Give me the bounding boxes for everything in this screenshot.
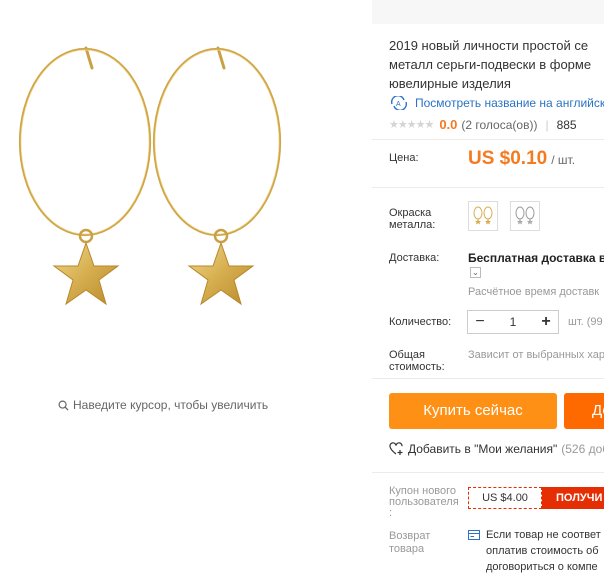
left-earring [18, 46, 152, 306]
card-icon [468, 530, 480, 540]
chevron-down-icon[interactable]: ⌄ [470, 267, 481, 278]
rating-stars-icon: ★★★★★ [389, 119, 434, 131]
zoom-hint-text: Наведите курсор, чтобы увеличить [73, 398, 269, 412]
coupon-label: Купон нового пользователя : [389, 486, 459, 519]
heart-plus-icon [389, 442, 403, 455]
returns-text-line: Если товар не соответ [486, 529, 601, 541]
magnifier-icon [58, 400, 69, 411]
returns-label-line: товара [389, 543, 425, 555]
divider [372, 187, 604, 188]
total-label-line: стоимость: [389, 361, 445, 373]
translate-link[interactable]: A Посмотреть название на английск [389, 96, 604, 110]
add-to-cart-button[interactable]: До [564, 393, 604, 429]
panel-top-bar [372, 0, 604, 24]
svg-text:A: A [396, 101, 401, 108]
product-title: 2019 новый личности простой се металл се… [389, 36, 604, 93]
divider [372, 472, 604, 473]
rating-separator: | [545, 117, 549, 132]
price-unit: / шт. [551, 153, 576, 167]
color-label-line: Окраска [389, 207, 432, 219]
silver-earring-thumb [515, 206, 535, 225]
coupon-label-line: пользователя [389, 496, 459, 508]
divider [372, 378, 604, 379]
rating-value: 0.0 [439, 117, 458, 132]
wishlist-label[interactable]: Добавить в "Мои желания" [408, 442, 557, 456]
shipping-eta: Расчётное время доставк [468, 286, 600, 298]
coupon-label-line: : [389, 507, 393, 519]
color-label: Окраска металла: [389, 207, 435, 231]
price-label: Цена: [389, 152, 419, 164]
coupon-amount: US $4.00 [468, 487, 542, 509]
divider [372, 139, 604, 140]
product-info-panel: 2019 новый личности простой се металл се… [372, 0, 604, 575]
quantity-input[interactable]: 1 [510, 315, 517, 329]
product-image[interactable] [0, 0, 372, 380]
zoom-hint: Наведите курсор, чтобы увеличить [58, 398, 268, 412]
buy-now-button[interactable]: Купить сейчас [389, 393, 557, 429]
quantity-stepper: − 1 + [467, 310, 559, 334]
color-swatch-gold[interactable] [468, 201, 498, 231]
price-box: US $0.10 / шт. [468, 148, 575, 170]
wishlist-count: (526 добав [561, 442, 604, 456]
shipping-option[interactable]: Бесплатная доставка в R [468, 251, 604, 265]
quantity-label: Количество: [389, 316, 452, 328]
color-label-line: металла: [389, 219, 436, 231]
translate-icon: A [390, 96, 408, 110]
translate-link-text[interactable]: Посмотреть название на английск [415, 96, 604, 110]
quantity-unit: шт. (99 [568, 316, 603, 328]
add-to-wishlist[interactable]: Добавить в "Мои желания" (526 добав [389, 442, 604, 456]
quantity-increase-button[interactable]: + [534, 311, 558, 333]
product-gallery: Наведите курсор, чтобы увеличить [0, 0, 372, 575]
total-label-line: Общая [389, 349, 425, 361]
returns-label: Возврат товара [389, 530, 430, 556]
right-earring [152, 46, 282, 306]
shipping-label: Доставка: [389, 252, 440, 264]
total-label: Общая стоимость: [389, 349, 445, 373]
rating-votes[interactable]: (2 голоса(ов)) [461, 118, 537, 132]
returns-label-line: Возврат [389, 530, 431, 542]
product-title-line: 2019 новый личности простой се [389, 38, 589, 53]
gold-earring-thumb [473, 206, 493, 225]
color-swatch-silver[interactable] [510, 201, 540, 231]
product-title-line: металл серьги-подвески в форме [389, 57, 592, 72]
returns-text-line: договориться о компе [486, 561, 598, 573]
rating-row: ★★★★★ 0.0 (2 голоса(ов)) | 885 [389, 117, 577, 132]
price-value: US $0.10 [468, 148, 548, 169]
quantity-decrease-button[interactable]: − [468, 311, 492, 333]
returns-text: Если товар не соответ оплатив стоимость … [486, 527, 601, 575]
get-coupon-button[interactable]: ПОЛУЧИ [542, 487, 604, 509]
total-note: Зависит от выбранных хар [468, 349, 604, 361]
product-title-line: ювелирные изделия [389, 76, 511, 91]
orders-count: 885 [556, 117, 577, 132]
returns-text-line: оплатив стоимость об [486, 545, 599, 557]
